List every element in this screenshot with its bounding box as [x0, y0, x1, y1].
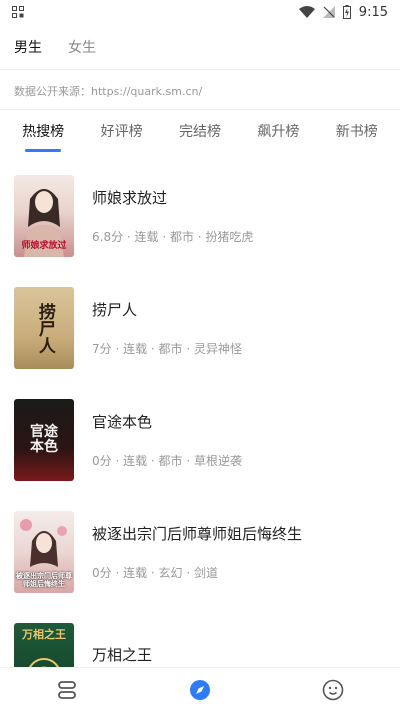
- smiley-icon: [323, 679, 344, 701]
- nav-discover[interactable]: [180, 670, 220, 710]
- notification-icon: [12, 6, 24, 18]
- compass-icon: [189, 680, 210, 700]
- book-item[interactable]: 被逐出宗门后师尊师姐后悔终生 被逐出宗门后师尊师姐后悔终生 0分 · 连载 · …: [0, 496, 400, 608]
- book-cover: 师娘求放过: [14, 175, 74, 257]
- book-title: 官途本色: [92, 413, 153, 431]
- tab-hot-search[interactable]: 热搜榜: [22, 112, 64, 156]
- clock-time: 9:15: [358, 4, 388, 20]
- tab-completed[interactable]: 完结榜: [179, 112, 221, 156]
- bottom-navigation: [0, 667, 400, 712]
- book-item[interactable]: 万相之王 万相之王: [0, 608, 400, 668]
- book-meta: 7分 · 连载 · 都市 · 灵异神怪: [92, 342, 242, 356]
- book-meta: 0分 · 连载 · 玄幻 · 剑道: [92, 566, 218, 580]
- cover-title: 官途本色: [30, 424, 58, 455]
- gender-tabs: 男生 女生: [0, 24, 400, 70]
- data-source-note: 数据公开来源：https://quark.sm.cn/: [0, 72, 400, 110]
- book-item[interactable]: 官途本色 官途本色 0分 · 连载 · 都市 · 草根逆袭: [0, 384, 400, 496]
- cover-title: 师娘求放过: [21, 240, 67, 251]
- book-cover: 官途本色: [14, 399, 74, 481]
- data-source-text: 数据公开来源：https://quark.sm.cn/: [14, 84, 203, 98]
- battery-icon: [342, 5, 351, 19]
- nav-bookshelf[interactable]: [47, 670, 87, 710]
- signal-icon: [322, 6, 335, 18]
- ranking-tabs: 热搜榜 好评榜 完结榜 飙升榜 新书榜: [0, 112, 400, 156]
- book-title: 万相之王: [92, 645, 153, 664]
- book-list: 师娘求放过 师娘求放过 6.8分 · 连载 · 都市 · 扮猪吃虎 捞尸人 捞尸…: [0, 160, 400, 668]
- book-cover: 万相之王: [14, 623, 74, 668]
- bookshelf-icon: [57, 681, 76, 699]
- cover-title: 捞尸人: [34, 302, 55, 354]
- tab-female[interactable]: 女生: [68, 37, 96, 57]
- book-item[interactable]: 师娘求放过 师娘求放过 6.8分 · 连载 · 都市 · 扮猪吃虎: [0, 160, 400, 272]
- status-bar: 9:15: [0, 0, 400, 24]
- book-title: 捞尸人: [92, 301, 138, 319]
- tab-top-rated[interactable]: 好评榜: [101, 112, 143, 156]
- book-meta: 0分 · 连载 · 都市 · 草根逆袭: [92, 454, 242, 468]
- tab-new-books[interactable]: 新书榜: [336, 112, 378, 156]
- cover-title: 被逐出宗门后师尊师姐后悔终生: [16, 571, 72, 588]
- book-item[interactable]: 捞尸人 捞尸人 7分 · 连载 · 都市 · 灵异神怪: [0, 272, 400, 384]
- tab-male[interactable]: 男生: [14, 37, 42, 57]
- wifi-icon: [298, 6, 315, 18]
- book-title: 师娘求放过: [92, 189, 168, 207]
- book-cover: 捞尸人: [14, 287, 74, 369]
- book-meta: 6.8分 · 连载 · 都市 · 扮猪吃虎: [92, 230, 254, 244]
- tab-rising[interactable]: 飙升榜: [257, 112, 299, 156]
- book-cover: 被逐出宗门后师尊师姐后悔终生: [14, 511, 74, 593]
- nav-profile[interactable]: [313, 670, 353, 710]
- book-title: 被逐出宗门后师尊师姐后悔终生: [92, 525, 303, 543]
